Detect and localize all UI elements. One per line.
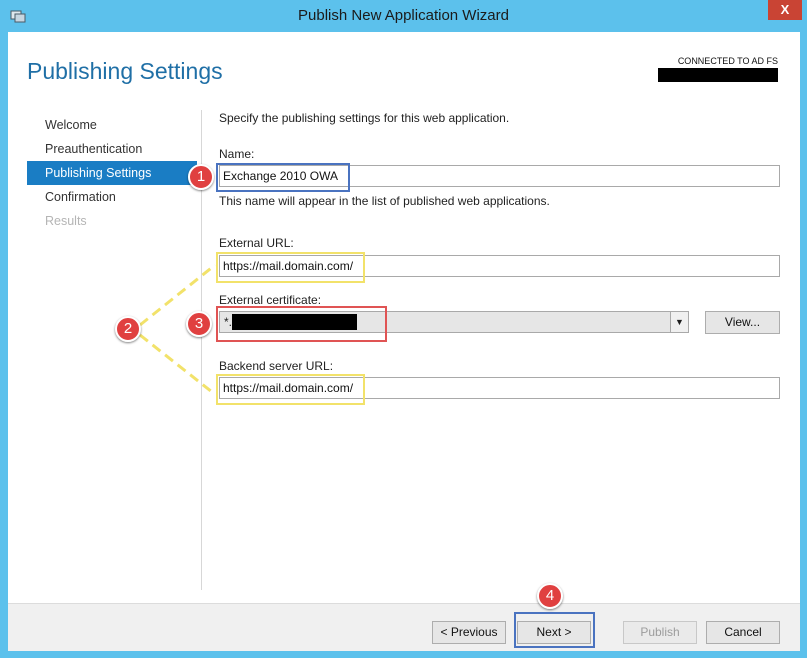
highlight-external-certificate xyxy=(216,306,387,342)
highlight-next-button xyxy=(514,612,595,648)
annotation-marker-1: 1 xyxy=(188,164,214,190)
highlight-name-field xyxy=(216,163,350,192)
annotation-marker-4: 4 xyxy=(537,583,563,609)
highlight-backend-url xyxy=(216,374,365,405)
highlight-external-url xyxy=(216,252,365,283)
annotation-marker-3: 3 xyxy=(186,311,212,337)
annotation-marker-2: 2 xyxy=(115,316,141,342)
